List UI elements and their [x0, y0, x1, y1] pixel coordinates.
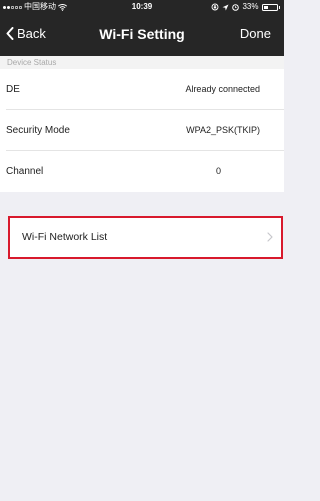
chevron-right-icon — [267, 232, 273, 242]
status-bar: 中国移动 10:39 33% — [0, 0, 284, 14]
navigation-bar: Back Wi-Fi Setting Done — [0, 17, 284, 57]
header: 中国移动 10:39 33% Back Wi-Fi Setting Done — [0, 0, 284, 56]
status-right: 33% — [211, 0, 280, 14]
location-icon — [222, 4, 229, 10]
row-label: DE — [6, 84, 20, 95]
battery-percent: 33% — [242, 2, 259, 11]
row-security-mode: Security Mode WPA2_PSK(TKIP) — [0, 110, 284, 151]
device-status-list: DE Already connected Security Mode WPA2_… — [0, 69, 284, 192]
row-value: Already connected — [185, 84, 260, 94]
wifi-network-list-item[interactable]: Wi-Fi Network List — [8, 216, 283, 259]
row-channel: Channel 0 — [0, 151, 284, 192]
row-value: WPA2_PSK(TKIP) — [186, 125, 260, 135]
row-device: DE Already connected — [0, 69, 284, 110]
battery-icon — [261, 3, 278, 11]
row-value: 0 — [215, 166, 221, 176]
section-header-device-status: Device Status — [0, 56, 284, 69]
done-button[interactable]: Done — [240, 26, 271, 41]
alarm-icon — [232, 4, 240, 11]
orientation-lock-icon — [212, 3, 219, 11]
wifi-network-list-label: Wi-Fi Network List — [22, 231, 108, 243]
battery-tip-icon — [278, 5, 280, 9]
row-label: Security Mode — [6, 125, 70, 136]
row-label: Channel — [6, 166, 44, 177]
